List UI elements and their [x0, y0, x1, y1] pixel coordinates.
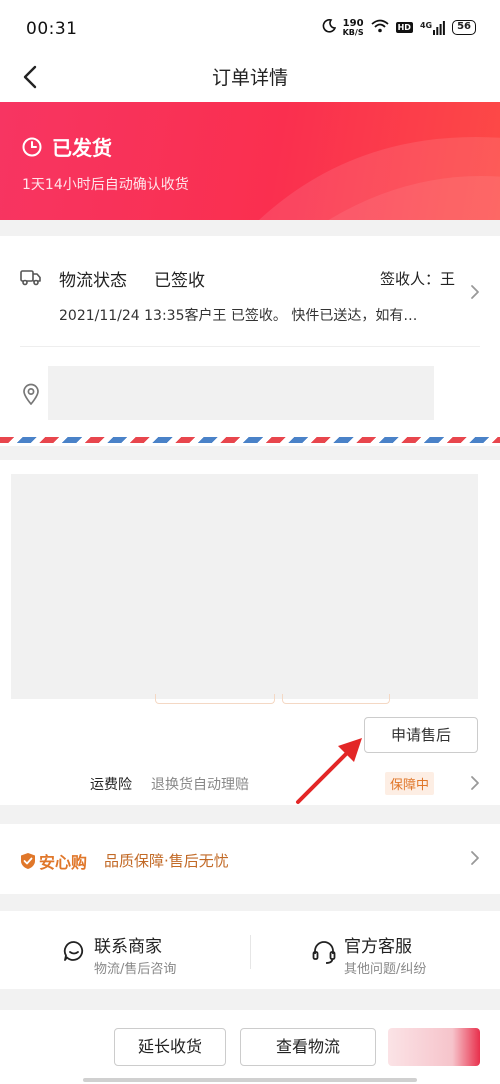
guarantee-logo: 安心购 [20, 849, 87, 873]
chevron-right-icon [470, 775, 480, 795]
insurance-badge: 保障中 [385, 772, 435, 795]
insurance-desc: 退换货自动理赔 [151, 777, 249, 793]
nav-bar: 订单详情 [0, 56, 500, 102]
official-service-sub: 其他问题/纠纷 [344, 962, 427, 977]
guarantee-text: 品质保障·售后无忧 [104, 852, 229, 870]
order-detail-page: 00:31 190 KB/S HD 4G 56 订单详情 已发货 1天14小时后… [0, 0, 500, 1084]
shield-icon [21, 853, 35, 869]
location-pin-icon [22, 383, 40, 409]
contact-section: 联系商家 物流/售后咨询 官方客服 其他问题/纠纷 [0, 911, 500, 989]
extend-receipt-button[interactable]: 延长收货 [114, 1028, 226, 1066]
net-speed: 190 KB/S [342, 17, 364, 37]
logistics-label: 物流状态 [59, 271, 127, 291]
status-bar: 00:31 190 KB/S HD 4G 56 [0, 0, 500, 56]
view-logistics-button[interactable]: 查看物流 [240, 1028, 376, 1066]
hd-badge: HD [395, 22, 413, 33]
bottom-action-bar: 延长收货 查看物流 [0, 1010, 500, 1084]
insurance-label: 运费险 [90, 777, 132, 793]
guarantee-logo-text: 安心购 [39, 853, 88, 872]
contact-merchant-sub: 物流/售后咨询 [94, 962, 177, 977]
home-indicator[interactable] [83, 1078, 417, 1082]
moon-icon [322, 18, 336, 37]
airmail-border [0, 437, 500, 443]
signer-text: 签收人：王 [379, 270, 455, 288]
apply-after-sale-button[interactable]: 申请售后 [364, 717, 478, 753]
logistics-detail: 2021/11/24 13:35客户王 已签收。 快件已送达，如有… [59, 308, 418, 324]
divider [20, 346, 480, 347]
address-redacted [48, 366, 434, 420]
net-type: 4G [419, 20, 433, 30]
obscured-action-button[interactable] [388, 1028, 480, 1066]
contact-merchant-button[interactable]: 联系商家 物流/售后咨询 [0, 911, 250, 989]
chevron-right-icon [470, 284, 480, 304]
contact-merchant-title: 联系商家 [94, 937, 162, 957]
official-service-button[interactable]: 官方客服 其他问题/纠纷 [251, 911, 500, 989]
wifi-icon [371, 18, 389, 37]
shipping-insurance-row[interactable]: 运费险 退换货自动理赔 保障中 [0, 760, 500, 805]
auto-confirm-text: 1天14小时后自动确认收货 [22, 177, 189, 193]
page-title: 订单详情 [211, 67, 288, 89]
banner-decoration [258, 137, 500, 220]
product-redacted [11, 474, 478, 699]
net-speed-value: 190 [342, 17, 364, 29]
logistics-card[interactable]: 物流状态 已签收 签收人：王 2021/11/24 13:35客户王 已签收。 … [0, 236, 500, 446]
order-status-text: 已发货 [52, 136, 112, 160]
order-status-banner: 已发货 1天14小时后自动确认收货 [0, 102, 500, 220]
chat-bubble-icon [62, 939, 86, 967]
truck-icon [20, 267, 42, 291]
guarantee-row[interactable]: 安心购 品质保障·售后无忧 [0, 824, 500, 894]
product-button-edge [282, 694, 390, 704]
headset-icon [311, 939, 337, 969]
annotation-arrow [296, 738, 362, 804]
logistics-status: 已签收 [154, 271, 205, 291]
product-card: 申请售后 运费险 退换货自动理赔 保障中 [0, 460, 500, 805]
battery-indicator: 56 [452, 20, 476, 35]
status-time: 00:31 [26, 19, 78, 39]
clock-icon [22, 137, 42, 156]
order-status: 已发货 [22, 132, 112, 161]
chevron-right-icon [470, 850, 480, 870]
product-button-edge [155, 694, 275, 704]
official-service-title: 官方客服 [344, 937, 412, 957]
signal-icon: 4G [419, 20, 445, 35]
net-speed-unit: KB/S [342, 27, 364, 37]
status-icons: 190 KB/S HD 4G 56 [322, 18, 476, 37]
